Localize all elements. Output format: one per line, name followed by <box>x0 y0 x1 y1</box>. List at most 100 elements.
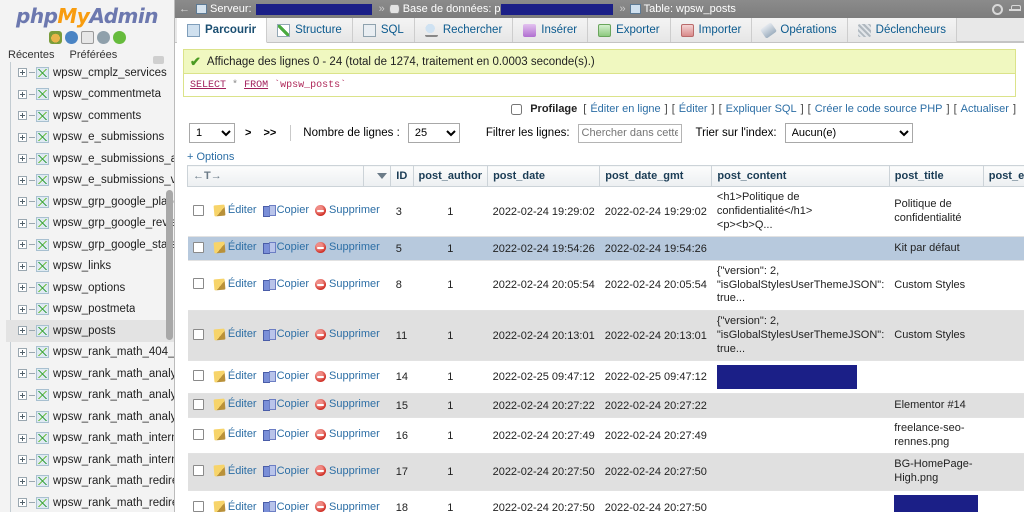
copy-row-link[interactable]: Copier <box>262 328 309 341</box>
sidebar-table-wpsw_rank_math_redirection[interactable]: wpsw_rank_math_redirection <box>6 471 174 493</box>
row-post-date-gmt-cell[interactable]: 2022-02-24 20:27:22 <box>599 393 712 418</box>
sidebar-table-wpsw_postmeta[interactable]: wpsw_postmeta <box>6 299 174 321</box>
row-checkbox[interactable] <box>192 370 204 382</box>
world-icon[interactable] <box>96 31 110 44</box>
row-checkbox[interactable] <box>192 278 204 290</box>
row-post-content-cell[interactable] <box>711 393 890 418</box>
expand-icon[interactable] <box>18 412 27 422</box>
gear-icon[interactable] <box>992 3 1003 15</box>
row-post-date-gmt-cell[interactable]: 2022-02-24 19:54:26 <box>599 236 712 261</box>
edit-row-link[interactable]: Éditer <box>213 204 257 216</box>
expand-icon[interactable] <box>18 154 27 164</box>
row-post-author-cell[interactable]: 1 <box>413 260 488 312</box>
row-post-excerpt-cell[interactable] <box>983 260 1024 312</box>
row-id-cell[interactable]: 15 <box>390 393 414 418</box>
breadcrumb-table[interactable]: Table: wpsw_posts <box>629 3 736 15</box>
row-post-author-cell[interactable]: 1 <box>413 310 488 362</box>
edit-row-link[interactable]: Éditer <box>213 465 257 477</box>
sidebar-table-wpsw_rank_math_internal_m[interactable]: wpsw_rank_math_internal_m <box>6 449 174 471</box>
row-post-date-gmt-cell[interactable]: 2022-02-24 20:27:50 <box>599 490 712 512</box>
expand-icon[interactable] <box>18 347 27 357</box>
expand-icon[interactable] <box>18 261 27 271</box>
row-post-date-gmt-cell[interactable]: 2022-02-24 20:27:49 <box>599 417 712 455</box>
grid-header-post-date[interactable]: post_date <box>487 165 601 187</box>
sidebar-table-wpsw_rank_math_analytics_o[interactable]: wpsw_rank_math_analytics_o <box>6 406 174 428</box>
row-post-excerpt-cell[interactable] <box>983 236 1024 261</box>
table-row[interactable]: Éditer Copier Supprimer 11 1 2022-02-24 20:13… <box>187 310 1024 362</box>
sidebar-table-wpsw_grp_google_stats[interactable]: wpsw_grp_google_stats <box>6 234 174 256</box>
expand-icon[interactable] <box>18 132 27 142</box>
row-id-cell[interactable]: 17 <box>390 453 414 491</box>
table-row[interactable]: Éditer Copier Supprimer 16 1 2022-02-24 20:27… <box>187 417 1024 455</box>
row-post-excerpt-cell[interactable] <box>983 186 1024 238</box>
copy-row-link[interactable]: Copier <box>262 428 309 441</box>
sidebar-table-wpsw_grp_google_place[interactable]: wpsw_grp_google_place <box>6 191 174 213</box>
sidebar-table-wpsw_comments[interactable]: wpsw_comments <box>6 105 174 127</box>
sidebar-scrollbar[interactable] <box>166 190 173 340</box>
recent-link[interactable]: Récentes <box>8 49 54 61</box>
delete-row-link[interactable]: Supprimer <box>315 465 380 477</box>
row-post-content-cell[interactable]: {"version": 2, "isGlobalStylesUserThemeJ… <box>711 310 890 362</box>
expand-icon[interactable] <box>18 390 27 400</box>
column-order-marks[interactable]: ←T→ <box>193 170 358 182</box>
edit-row-link[interactable]: Éditer <box>213 241 257 253</box>
copy-row-link[interactable]: Copier <box>262 398 309 411</box>
row-post-excerpt-cell[interactable] <box>983 393 1024 418</box>
row-post-author-cell[interactable]: 1 <box>413 490 488 512</box>
sidebar-table-wpsw_e_submissions_actions[interactable]: wpsw_e_submissions_actions <box>6 148 174 170</box>
row-post-excerpt-cell[interactable] <box>983 360 1024 395</box>
home-icon[interactable] <box>48 31 62 44</box>
row-id-cell[interactable]: 8 <box>390 260 414 312</box>
options-toggle[interactable]: + Options <box>187 151 1024 163</box>
delete-row-link[interactable]: Supprimer <box>315 328 380 340</box>
last-page-button[interactable]: >> <box>261 127 278 139</box>
row-post-author-cell[interactable]: 1 <box>413 453 488 491</box>
row-post-date-cell[interactable]: 2022-02-24 20:05:54 <box>487 260 600 312</box>
grid-header-post-author[interactable]: post_author <box>412 165 489 187</box>
tab-sql[interactable]: SQL <box>352 18 415 42</box>
edit-row-link[interactable]: Éditer <box>213 428 257 440</box>
sql-query-box[interactable]: SELECT * FROM `wpsw_posts` <box>183 74 1016 97</box>
table-row[interactable]: Éditer Copier Supprimer 15 1 2022-02-24 20:27… <box>187 393 1024 418</box>
copy-row-link[interactable]: Copier <box>262 204 309 217</box>
delete-row-link[interactable]: Supprimer <box>315 241 380 253</box>
sort-index-select[interactable]: Aucun(e) <box>784 123 913 143</box>
copy-row-link[interactable]: Copier <box>262 241 309 254</box>
grid-header-sort-arrow[interactable] <box>363 165 392 187</box>
table-row[interactable]: Éditer Copier Supprimer 14 1 2022-02-25 09:47… <box>187 360 1024 395</box>
row-post-date-gmt-cell[interactable]: 2022-02-24 20:27:50 <box>599 453 712 491</box>
table-row[interactable]: Éditer Copier Supprimer 5 1 2022-02-24 19:54:… <box>187 236 1024 261</box>
edit-row-link[interactable]: Éditer <box>213 501 257 512</box>
row-post-excerpt-cell[interactable] <box>983 453 1024 491</box>
row-id-cell[interactable]: 16 <box>390 417 414 455</box>
row-post-title-cell[interactable]: Politique de confidentialité <box>889 186 984 238</box>
sidebar-table-wpsw_rank_math_redirection[interactable]: wpsw_rank_math_redirection <box>6 492 174 512</box>
expand-icon[interactable] <box>18 304 27 314</box>
expand-icon[interactable] <box>18 369 27 379</box>
logout-icon[interactable] <box>112 31 126 44</box>
grid-header-post-excerpt[interactable]: post_excerpt <box>982 165 1024 187</box>
expand-icon[interactable] <box>18 433 27 443</box>
delete-row-link[interactable]: Supprimer <box>315 398 380 410</box>
sidebar-table-wpsw_options[interactable]: wpsw_options <box>6 277 174 299</box>
sidebar-table-wpsw_rank_math_analytics_g[interactable]: wpsw_rank_math_analytics_g <box>6 363 174 385</box>
row-checkbox[interactable] <box>192 328 204 340</box>
copy-row-link[interactable]: Copier <box>262 278 309 291</box>
row-checkbox[interactable] <box>192 465 204 476</box>
row-post-excerpt-cell[interactable] <box>983 490 1024 512</box>
edit-row-link[interactable]: Éditer <box>213 278 257 290</box>
breadcrumb-server[interactable]: Serveur: <box>196 3 372 15</box>
row-post-content-cell[interactable]: {"version": 2, "isGlobalStylesUserThemeJ… <box>711 260 890 312</box>
table-row[interactable]: Éditer Copier Supprimer 8 1 2022-02-24 20:05:… <box>187 260 1024 312</box>
expand-icon[interactable] <box>18 197 27 207</box>
tab-insrer[interactable]: Insérer <box>513 18 589 42</box>
delete-row-link[interactable]: Supprimer <box>315 370 380 382</box>
row-id-cell[interactable]: 11 <box>390 310 414 362</box>
tab-importer[interactable]: Importer <box>670 18 753 42</box>
expand-icon[interactable] <box>18 455 27 465</box>
edit-row-link[interactable]: Éditer <box>213 328 257 340</box>
collapse-icon[interactable] <box>1009 4 1021 14</box>
row-post-content-cell[interactable] <box>711 236 890 261</box>
row-post-title-cell[interactable]: Custom Styles <box>889 310 984 362</box>
docs-icon[interactable] <box>80 31 94 44</box>
